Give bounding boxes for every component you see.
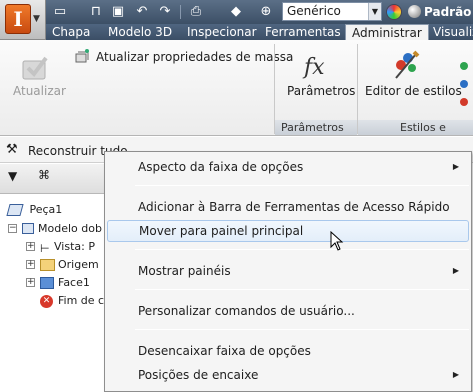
menu-item-label: Posições de encaixe bbox=[138, 368, 259, 382]
mouse-pointer-icon bbox=[330, 230, 344, 251]
undo-icon[interactable]: ↶ bbox=[134, 4, 150, 20]
menu-item-label: Mover para painel principal bbox=[139, 224, 304, 238]
tab-administrar[interactable]: Administrar bbox=[345, 24, 429, 41]
chevron-down-icon[interactable]: ▼ bbox=[368, 3, 381, 20]
update-button-label[interactable]: Atualizar bbox=[13, 84, 66, 98]
browser-toolbar: ▼ ⌘ bbox=[0, 164, 105, 194]
new-file-icon[interactable]: ▭ bbox=[52, 4, 68, 20]
tree-item-label: Face1 bbox=[58, 276, 90, 289]
open-folder-icon[interactable]: ⊓ bbox=[88, 4, 104, 20]
parameters-fx-icon[interactable]: fx bbox=[300, 50, 334, 82]
panel-parameters-footer[interactable]: Parâmetros ▼ bbox=[275, 120, 357, 148]
model-browser: Peça1 − Modelo dob + ⊢ Vista: P + Origem… bbox=[0, 195, 105, 392]
style-editor-icon[interactable] bbox=[390, 48, 424, 82]
tree-item-label: Peça1 bbox=[29, 203, 63, 216]
update-mass-properties-button[interactable]: Atualizar propriedades de massa bbox=[96, 50, 293, 64]
ribbon-context-menu: Aspecto da faixa de opções ▶ Adicionar à… bbox=[104, 151, 472, 392]
expand-icon[interactable]: + bbox=[26, 242, 35, 251]
menu-item-add-to-quick-access[interactable]: Adicionar à Barra de Ferramentas de Aces… bbox=[107, 196, 469, 218]
tab-chapa[interactable]: Chapa bbox=[46, 24, 96, 41]
folder-icon bbox=[40, 259, 55, 271]
end-of-part-icon: ✕ bbox=[40, 295, 53, 308]
parameters-button-label[interactable]: Parâmetros bbox=[287, 84, 355, 98]
submenu-arrow-icon: ▶ bbox=[452, 266, 459, 275]
menu-item-customize-user-commands[interactable]: Personalizar comandos de usuário... bbox=[107, 300, 469, 322]
chevron-down-icon: ▼ bbox=[33, 14, 40, 24]
menu-item-label: Personalizar comandos de usuário... bbox=[138, 304, 355, 318]
expand-icon[interactable]: + bbox=[26, 260, 35, 269]
mass-properties-icon bbox=[74, 48, 92, 64]
panel-parameters-title: Parâmetros bbox=[281, 121, 344, 134]
redo-icon[interactable]: ↷ bbox=[157, 4, 173, 20]
appearance-sphere-icon[interactable] bbox=[408, 5, 421, 18]
quick-access-toolbar: ▭ ⊓ ▣ ↶ ↷ ⎙ ◆ ⊕ Genérico ▼ Padrão bbox=[0, 0, 473, 24]
style-small-icons[interactable] bbox=[456, 58, 472, 110]
menu-item-undock-ribbon[interactable]: Desencaixar faixa de opções bbox=[107, 340, 469, 362]
expand-icon[interactable]: + bbox=[26, 278, 35, 287]
material-style-combo[interactable]: Genérico ▼ bbox=[282, 2, 382, 21]
tab-ferramentas[interactable]: Ferramentas bbox=[259, 24, 347, 41]
tab-visualizar[interactable]: Visualiz bbox=[427, 24, 473, 41]
face-icon bbox=[40, 277, 54, 289]
ribbon-tabs: Chapa Modelo 3D Inspecionar Ferramentas … bbox=[46, 24, 473, 41]
svg-text:fx: fx bbox=[302, 55, 325, 80]
menu-item-label: Aspecto da faixa de opções bbox=[138, 160, 304, 174]
submenu-arrow-icon: ▶ bbox=[452, 370, 459, 379]
collapse-icon[interactable]: − bbox=[8, 224, 17, 233]
menu-item-dock-positions[interactable]: Posições de encaixe ▶ bbox=[107, 364, 469, 386]
tree-item-label: Modelo dob bbox=[38, 222, 102, 235]
binoculars-icon[interactable]: ⌘ bbox=[38, 168, 50, 182]
tree-item-label: Vista: P bbox=[54, 240, 95, 253]
print-icon[interactable]: ⎙ bbox=[188, 4, 204, 20]
material-style-value: Genérico bbox=[287, 4, 341, 18]
tree-item-label: Origem bbox=[58, 258, 99, 271]
color-wheel-icon[interactable] bbox=[386, 4, 402, 20]
menu-item-label: Adicionar à Barra de Ferramentas de Aces… bbox=[138, 200, 450, 214]
menu-item-label: Mostrar painéis bbox=[138, 264, 231, 278]
menu-item-move-to-main-panel[interactable]: Mover para painel principal bbox=[107, 220, 469, 242]
tree-item-part[interactable]: Peça1 bbox=[6, 201, 63, 219]
hammer-wrench-icon: ⚒ bbox=[6, 142, 18, 157]
style-editor-button-label[interactable]: Editor de estilos bbox=[365, 84, 462, 98]
tab-inspecionar[interactable]: Inspecionar bbox=[181, 24, 263, 41]
return-icon[interactable]: ⊕ bbox=[258, 4, 274, 20]
view-icon: ⊢ bbox=[40, 242, 50, 255]
save-icon[interactable]: ▣ bbox=[110, 4, 126, 20]
submenu-arrow-icon: ▶ bbox=[452, 162, 459, 171]
update-icon[interactable] bbox=[20, 52, 52, 84]
panel-styles-footer[interactable]: Estilos e padrõ bbox=[358, 120, 473, 149]
appearance-label[interactable]: Padrão bbox=[424, 5, 471, 19]
filter-icon[interactable]: ▼ bbox=[8, 169, 17, 183]
menu-item-ribbon-appearance[interactable]: Aspecto da faixa de opções ▶ bbox=[107, 156, 469, 178]
menu-item-show-panels[interactable]: Mostrar painéis ▶ bbox=[107, 260, 469, 282]
inventor-logo-icon: I bbox=[5, 4, 31, 34]
application-menu-button[interactable]: I ▼ bbox=[0, 0, 46, 40]
tree-item-label: Fim de c bbox=[58, 294, 105, 307]
sheet-icon bbox=[22, 223, 34, 234]
select-icon[interactable]: ◆ bbox=[228, 4, 244, 20]
menu-item-label: Desencaixar faixa de opções bbox=[138, 344, 311, 358]
tab-modelo-3d[interactable]: Modelo 3D bbox=[102, 24, 178, 41]
part-icon bbox=[6, 204, 24, 216]
